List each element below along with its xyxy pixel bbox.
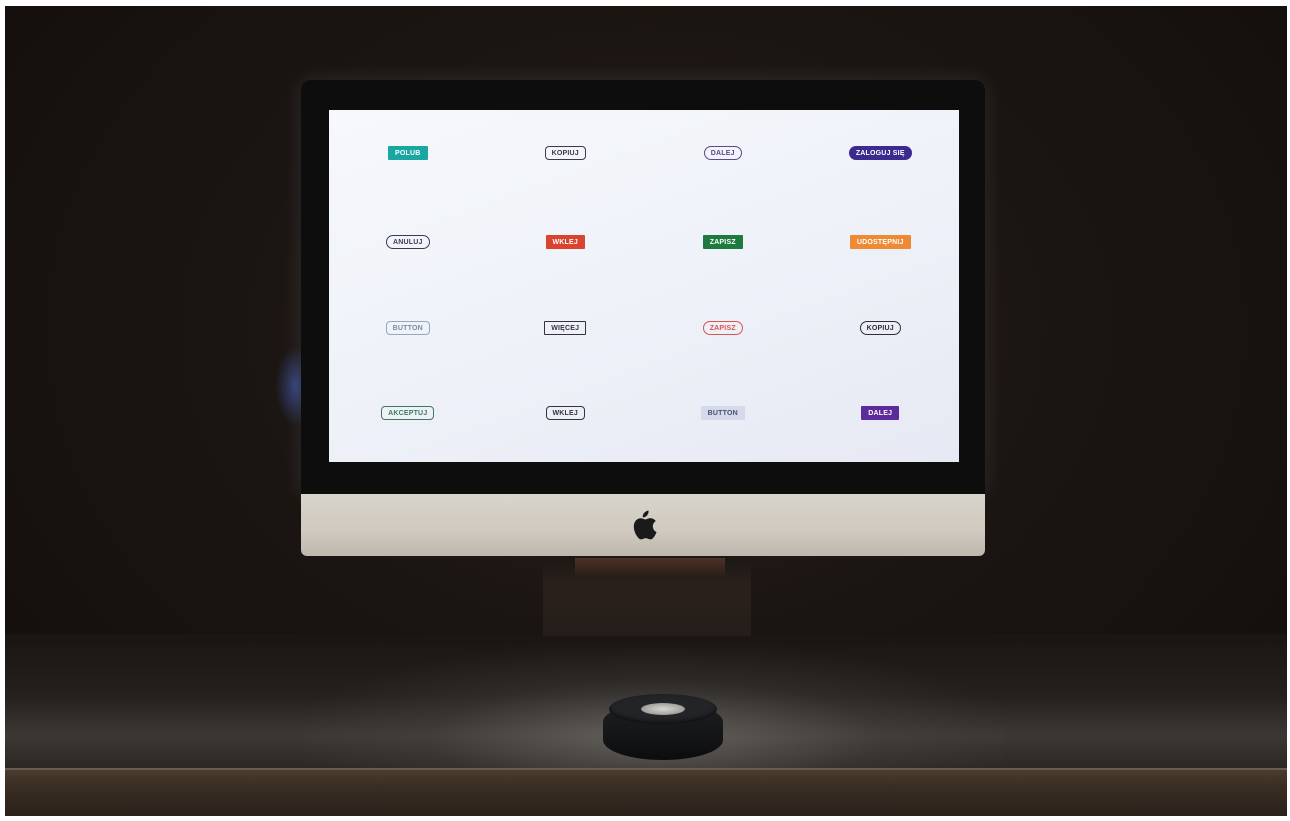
- button-outline-button[interactable]: BUTTON: [385, 321, 430, 335]
- wklej-button[interactable]: WKLEJ: [545, 235, 585, 249]
- grid-cell: POLUB: [329, 110, 487, 197]
- monitor-bezel: POLUB KOPIUJ DALEJ ZALOGUJ SIĘ ANULUJ WK…: [301, 80, 985, 494]
- grid-cell: WIĘCEJ: [487, 284, 645, 371]
- dalej-button[interactable]: DALEJ: [703, 146, 742, 160]
- button-filled-button[interactable]: BUTTON: [700, 406, 745, 420]
- button-grid: POLUB KOPIUJ DALEJ ZALOGUJ SIĘ ANULUJ WK…: [329, 110, 959, 462]
- grid-cell: UDOSTĘPNIJ: [802, 197, 960, 284]
- polub-button[interactable]: POLUB: [388, 146, 428, 160]
- grid-cell: BUTTON: [329, 284, 487, 371]
- wiecej-button[interactable]: WIĘCEJ: [544, 321, 587, 335]
- stand-highlight: [575, 558, 725, 578]
- monitor-screen: POLUB KOPIUJ DALEJ ZALOGUJ SIĘ ANULUJ WK…: [329, 110, 959, 462]
- scene-photo: POLUB KOPIUJ DALEJ ZALOGUJ SIĘ ANULUJ WK…: [5, 6, 1287, 816]
- grid-cell: ZAPISZ: [644, 284, 802, 371]
- grid-cell: KOPIUJ: [802, 284, 960, 371]
- anuluj-button[interactable]: ANULUJ: [385, 235, 430, 249]
- monitor-chin: [301, 494, 985, 556]
- grid-cell: KOPIUJ: [487, 110, 645, 197]
- grid-cell: DALEJ: [802, 371, 960, 462]
- zapisz-button[interactable]: ZAPISZ: [702, 235, 743, 249]
- grid-cell: ANULUJ: [329, 197, 487, 284]
- grid-cell: WKLEJ: [487, 197, 645, 284]
- grid-cell: WKLEJ: [487, 371, 645, 462]
- kopiuj-pill-button[interactable]: KOPIUJ: [859, 321, 901, 335]
- zapisz-outline-button[interactable]: ZAPISZ: [702, 321, 743, 335]
- apple-logo-icon: [633, 510, 657, 540]
- dalej-filled-button[interactable]: DALEJ: [861, 406, 900, 420]
- desk-speaker-device: [603, 690, 723, 762]
- desk-front-edge: [5, 770, 1287, 816]
- grid-cell: BUTTON: [644, 371, 802, 462]
- device-center-light: [641, 703, 685, 715]
- zaloguj-sie-button[interactable]: ZALOGUJ SIĘ: [848, 146, 912, 160]
- grid-cell: DALEJ: [644, 110, 802, 197]
- grid-cell: ZALOGUJ SIĘ: [802, 110, 960, 197]
- grid-cell: AKCEPTUJ: [329, 371, 487, 462]
- imac-monitor: POLUB KOPIUJ DALEJ ZALOGUJ SIĘ ANULUJ WK…: [301, 80, 985, 556]
- udostepnij-button[interactable]: UDOSTĘPNIJ: [849, 235, 911, 249]
- grid-cell: ZAPISZ: [644, 197, 802, 284]
- kopiuj-button[interactable]: KOPIUJ: [544, 146, 586, 160]
- wklej-outline-button[interactable]: WKLEJ: [545, 406, 585, 420]
- akceptuj-button[interactable]: AKCEPTUJ: [381, 406, 435, 420]
